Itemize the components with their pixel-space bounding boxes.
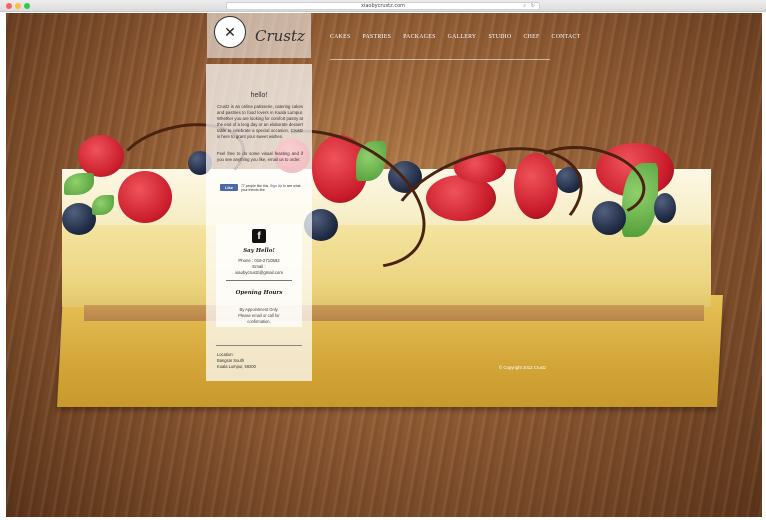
reload-icon[interactable]: ↻ xyxy=(531,3,535,10)
email-label: Email : xyxy=(252,264,266,269)
nav-item-chef[interactable]: CHEF xyxy=(524,34,540,40)
nav-divider xyxy=(330,59,550,60)
hours-line-1: By Appointment Only. xyxy=(239,307,279,312)
nav-item-studio[interactable]: STUDIO xyxy=(488,34,511,40)
hours-line-3: confirmation. xyxy=(247,319,271,324)
logo-wordmark: Crustz xyxy=(255,27,305,45)
facebook-icon[interactable]: f xyxy=(252,229,266,243)
hours-line-2: Please email or call for xyxy=(238,313,280,318)
facebook-like-button[interactable]: Like xyxy=(220,184,238,191)
browser-titlebar: xiaobycrustz.com ⌕ ↻ xyxy=(0,0,766,12)
sidebar-panel: hello! Crustz is an online patisserie, c… xyxy=(206,64,312,381)
facebook-signup-link[interactable]: Sign Up xyxy=(270,184,282,188)
say-hello-title: Say Hello! xyxy=(243,248,275,254)
nav-item-pastries[interactable]: PASTRIES xyxy=(363,34,392,40)
nav-item-cakes[interactable]: CAKES xyxy=(330,34,351,40)
hero-background-image xyxy=(6,13,762,517)
location-line-2: Kuala Lumpur, 59200 xyxy=(217,364,256,369)
url-text: xiaobycrustz.com xyxy=(360,3,406,9)
location-label: Location: xyxy=(217,352,234,357)
zoom-window-button[interactable] xyxy=(24,3,30,9)
sidebar-heading: hello! xyxy=(250,92,268,99)
intro-text: Crustz is an online patisserie, catering… xyxy=(217,104,303,140)
site-logo[interactable]: ✕ Crustz xyxy=(207,13,311,58)
nav-item-contact[interactable]: CONTACT xyxy=(552,34,581,40)
copyright-text: © Copyright 2012 Crustz xyxy=(499,365,547,370)
close-window-button[interactable] xyxy=(6,3,12,9)
search-icon[interactable]: ⌕ xyxy=(523,3,526,10)
phone-text: Phone : 016-2710592 xyxy=(238,258,280,263)
location-line-1: Bangsar South xyxy=(217,358,245,363)
minimize-window-button[interactable] xyxy=(15,3,21,9)
email-link[interactable]: xiaobycrustz@gmail.com xyxy=(216,270,302,275)
order-text: Feel free to do some visual feasting and… xyxy=(217,151,303,163)
facebook-like-text: 77 people like this. Sign Up to see what… xyxy=(241,184,301,192)
facebook-like-widget: Like 77 people like this. Sign Up to see… xyxy=(220,184,305,192)
opening-hours-title: Opening Hours xyxy=(235,290,283,296)
contact-block: f Say Hello! Phone : 016-2710592 Email :… xyxy=(216,224,302,327)
main-nav: CAKES PASTRIES PACKAGES GALLERY STUDIO C… xyxy=(330,34,593,40)
nav-item-gallery[interactable]: GALLERY xyxy=(448,34,477,40)
nav-item-packages[interactable]: PACKAGES xyxy=(403,34,435,40)
location-divider xyxy=(216,345,302,346)
contact-divider xyxy=(226,280,292,281)
address-bar[interactable]: xiaobycrustz.com ⌕ ↻ xyxy=(226,2,540,10)
whisk-icon: ✕ xyxy=(214,16,246,48)
